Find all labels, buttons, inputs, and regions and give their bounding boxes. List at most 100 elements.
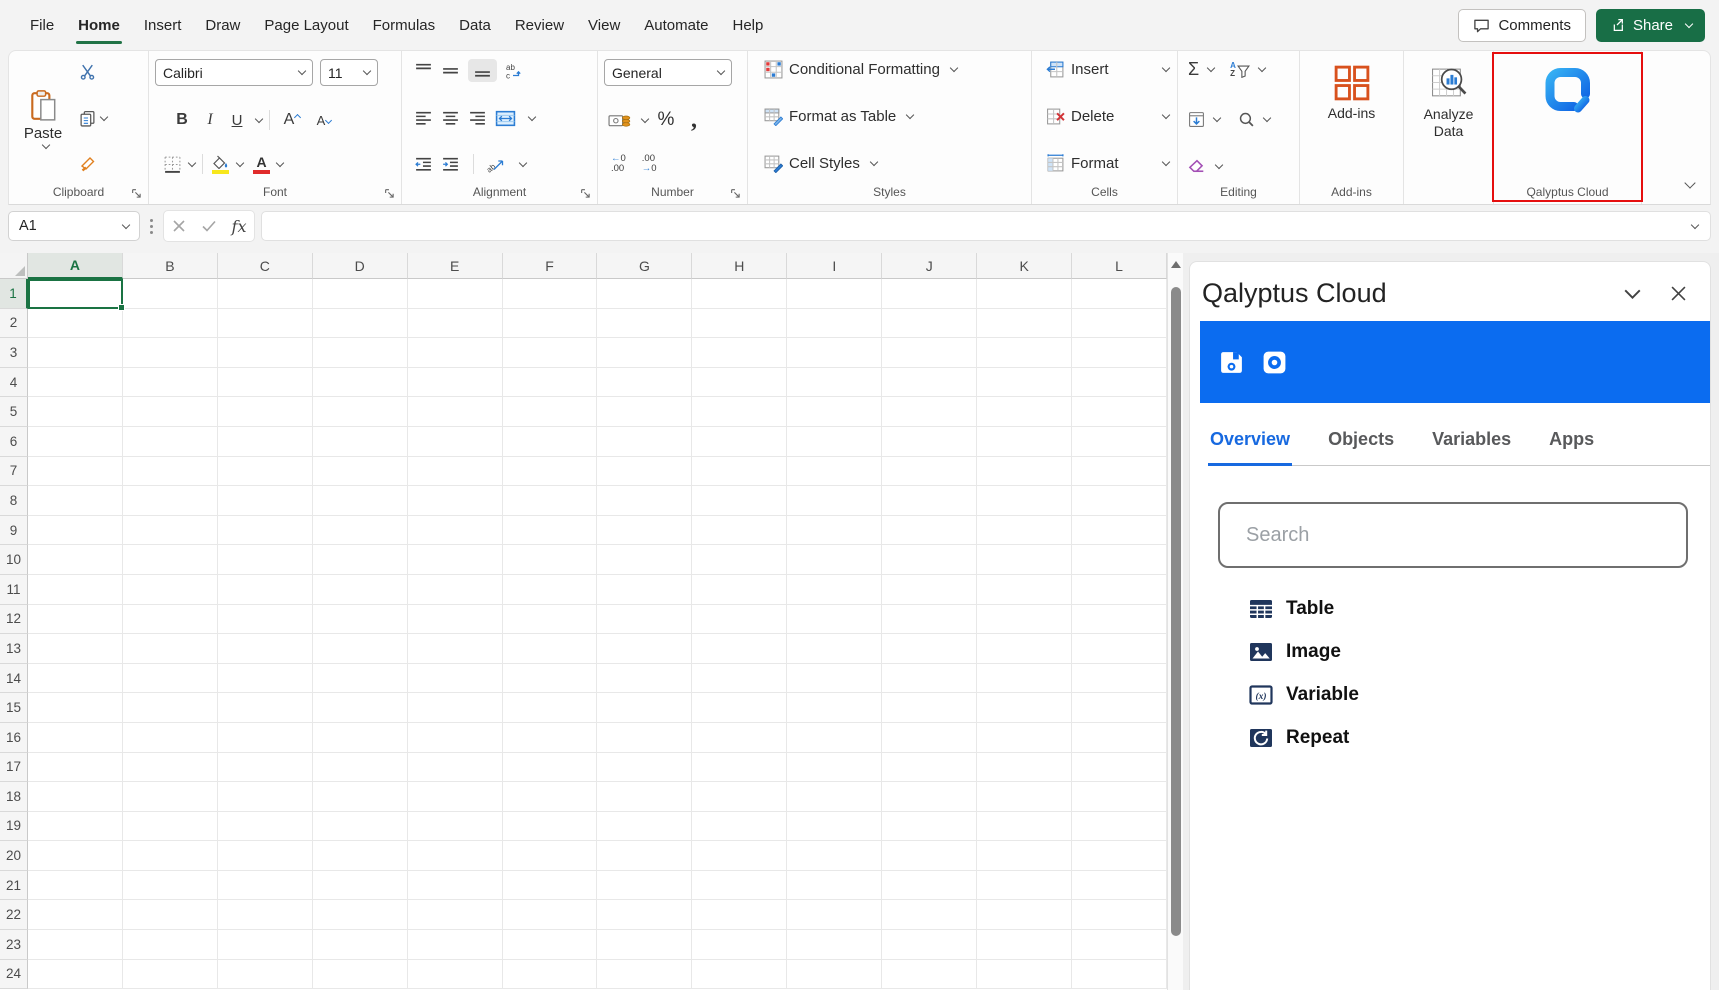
cell-A2[interactable]	[28, 309, 123, 339]
cancel-button[interactable]	[164, 211, 194, 241]
align-right-button[interactable]	[468, 110, 487, 127]
cell-B8[interactable]	[123, 486, 218, 516]
cell-K13[interactable]	[977, 634, 1072, 664]
cell-B18[interactable]	[123, 782, 218, 812]
merge-center-button[interactable]	[495, 110, 516, 127]
cell-B7[interactable]	[123, 457, 218, 487]
cell-K14[interactable]	[977, 664, 1072, 694]
row-header-4[interactable]: 4	[0, 368, 28, 398]
conditional-formatting-button[interactable]: Conditional Formatting	[762, 59, 959, 80]
cell-C15[interactable]	[218, 693, 313, 723]
cell-B9[interactable]	[123, 516, 218, 546]
fill-handle[interactable]	[118, 304, 125, 311]
cell-I19[interactable]	[787, 812, 882, 842]
cell-J2[interactable]	[882, 309, 977, 339]
cell-H9[interactable]	[692, 516, 787, 546]
cell-B22[interactable]	[123, 900, 218, 930]
cell-C1[interactable]	[218, 279, 313, 309]
cell-D4[interactable]	[313, 368, 408, 398]
cell-D20[interactable]	[313, 841, 408, 871]
cell-G20[interactable]	[597, 841, 692, 871]
cell-C6[interactable]	[218, 427, 313, 457]
cell-C12[interactable]	[218, 605, 313, 635]
cell-H1[interactable]	[692, 279, 787, 309]
cell-C19[interactable]	[218, 812, 313, 842]
cell-K20[interactable]	[977, 841, 1072, 871]
cell-E16[interactable]	[408, 723, 503, 753]
cell-A10[interactable]	[28, 545, 123, 575]
cell-F24[interactable]	[503, 960, 598, 990]
collapse-ribbon-button[interactable]	[1681, 174, 1694, 192]
cell-K5[interactable]	[977, 397, 1072, 427]
cell-G24[interactable]	[597, 960, 692, 990]
cell-H11[interactable]	[692, 575, 787, 605]
orientation-button[interactable]: ab	[487, 156, 507, 173]
row-header-21[interactable]: 21	[0, 871, 28, 901]
row-header-11[interactable]: 11	[0, 575, 28, 605]
cell-B16[interactable]	[123, 723, 218, 753]
column-header-F[interactable]: F	[503, 253, 598, 279]
cell-I20[interactable]	[787, 841, 882, 871]
insert-function-button[interactable]: fx	[224, 211, 254, 241]
column-header-K[interactable]: K	[977, 253, 1072, 279]
underline-button[interactable]: U	[225, 108, 249, 132]
autosum-chevron-icon[interactable]	[1207, 64, 1215, 72]
cell-G12[interactable]	[597, 605, 692, 635]
cell-J16[interactable]	[882, 723, 977, 753]
column-header-B[interactable]: B	[123, 253, 218, 279]
pane-tab-apps[interactable]: Apps	[1547, 429, 1596, 466]
cell-D3[interactable]	[313, 338, 408, 368]
cell-K6[interactable]	[977, 427, 1072, 457]
row-header-9[interactable]: 9	[0, 516, 28, 546]
cell-L24[interactable]	[1072, 960, 1167, 990]
cell-D12[interactable]	[313, 605, 408, 635]
merge-dropdown-chevron-icon[interactable]	[528, 112, 536, 120]
cell-K3[interactable]	[977, 338, 1072, 368]
cell-D21[interactable]	[313, 871, 408, 901]
ribbon-tab-page-layout[interactable]: Page Layout	[252, 3, 360, 48]
cell-C23[interactable]	[218, 930, 313, 960]
cell-F2[interactable]	[503, 309, 598, 339]
cell-H4[interactable]	[692, 368, 787, 398]
cell-F11[interactable]	[503, 575, 598, 605]
cell-J13[interactable]	[882, 634, 977, 664]
cut-button[interactable]	[79, 63, 107, 80]
column-header-E[interactable]: E	[408, 253, 503, 279]
cell-C11[interactable]	[218, 575, 313, 605]
row-header-1[interactable]: 1	[0, 279, 28, 309]
cell-C16[interactable]	[218, 723, 313, 753]
cell-H12[interactable]	[692, 605, 787, 635]
cell-G7[interactable]	[597, 457, 692, 487]
column-header-C[interactable]: C	[218, 253, 313, 279]
cell-L11[interactable]	[1072, 575, 1167, 605]
cell-F5[interactable]	[503, 397, 598, 427]
cell-E1[interactable]	[408, 279, 503, 309]
cell-K7[interactable]	[977, 457, 1072, 487]
cell-A4[interactable]	[28, 368, 123, 398]
cell-B12[interactable]	[123, 605, 218, 635]
cell-D11[interactable]	[313, 575, 408, 605]
column-header-D[interactable]: D	[313, 253, 408, 279]
percent-style-button[interactable]: %	[654, 109, 678, 131]
fill-down-button[interactable]	[1188, 111, 1205, 128]
cell-I6[interactable]	[787, 427, 882, 457]
share-dropdown-chevron-icon[interactable]	[1685, 19, 1693, 27]
row-header-17[interactable]: 17	[0, 753, 28, 783]
cell-B17[interactable]	[123, 753, 218, 783]
row-header-13[interactable]: 13	[0, 634, 28, 664]
cell-I15[interactable]	[787, 693, 882, 723]
cell-K15[interactable]	[977, 693, 1072, 723]
ribbon-tab-file[interactable]: File	[18, 3, 66, 48]
cell-F20[interactable]	[503, 841, 598, 871]
cell-D7[interactable]	[313, 457, 408, 487]
cell-G1[interactable]	[597, 279, 692, 309]
cell-I17[interactable]	[787, 753, 882, 783]
cell-D23[interactable]	[313, 930, 408, 960]
cell-L3[interactable]	[1072, 338, 1167, 368]
cell-H15[interactable]	[692, 693, 787, 723]
cell-D8[interactable]	[313, 486, 408, 516]
save-button[interactable]	[1218, 349, 1245, 376]
cell-E20[interactable]	[408, 841, 503, 871]
cell-K24[interactable]	[977, 960, 1072, 990]
cell-C13[interactable]	[218, 634, 313, 664]
